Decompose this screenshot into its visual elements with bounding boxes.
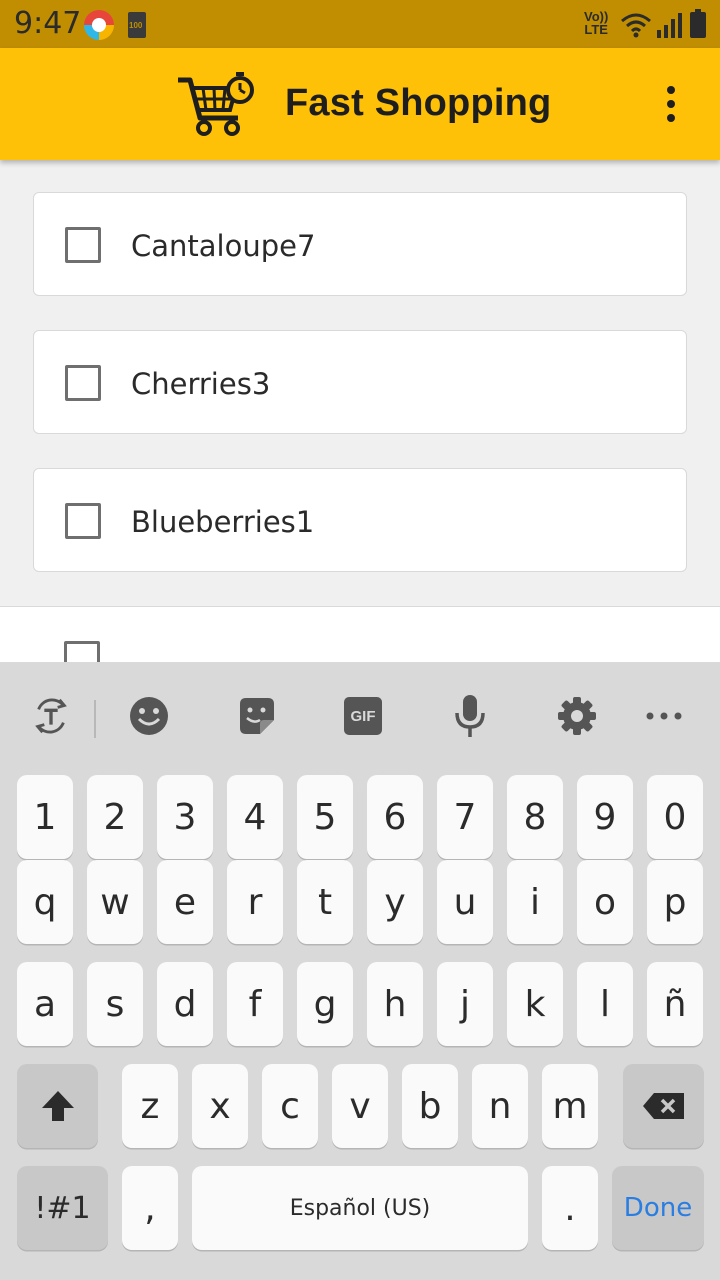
key-m[interactable]: m bbox=[542, 1064, 598, 1148]
key-n[interactable]: n bbox=[472, 1064, 528, 1148]
keyboard-toolbar: GIF bbox=[0, 662, 720, 770]
item-label: Blueberries1 bbox=[131, 505, 315, 539]
key-f[interactable]: f bbox=[227, 962, 283, 1046]
shopping-cart-timer-icon bbox=[178, 72, 254, 136]
key-g[interactable]: g bbox=[297, 962, 353, 1046]
item-checkbox[interactable] bbox=[65, 365, 101, 401]
key-2[interactable]: 2 bbox=[87, 775, 143, 859]
item-checkbox[interactable] bbox=[65, 503, 101, 539]
key-6[interactable]: 6 bbox=[367, 775, 423, 859]
battery-saver-text: 100 bbox=[129, 21, 143, 30]
key-5[interactable]: 5 bbox=[297, 775, 353, 859]
key-s[interactable]: s bbox=[87, 962, 143, 1046]
more-vert-icon[interactable] bbox=[650, 78, 694, 130]
key-1[interactable]: 1 bbox=[17, 775, 73, 859]
key-l[interactable]: l bbox=[577, 962, 633, 1046]
battery-saver-icon: 100 bbox=[128, 12, 146, 38]
key-x[interactable]: x bbox=[192, 1064, 248, 1148]
translate-icon[interactable] bbox=[31, 696, 71, 736]
emoji-icon[interactable] bbox=[129, 696, 169, 736]
key-8[interactable]: 8 bbox=[507, 775, 563, 859]
app-notification-icon bbox=[84, 10, 114, 40]
key-v[interactable]: v bbox=[332, 1064, 388, 1148]
key-n-tilde[interactable]: ñ bbox=[647, 962, 703, 1046]
toolbar-divider bbox=[94, 700, 96, 738]
app-title: Fast Shopping bbox=[285, 82, 552, 124]
volte-bottom-text: LTE bbox=[584, 22, 608, 37]
key-e[interactable]: e bbox=[157, 860, 213, 944]
list-item[interactable] bbox=[0, 606, 720, 662]
microphone-icon[interactable] bbox=[450, 695, 490, 737]
key-z[interactable]: z bbox=[122, 1064, 178, 1148]
key-7[interactable]: 7 bbox=[437, 775, 493, 859]
item-checkbox[interactable] bbox=[65, 227, 101, 263]
key-b[interactable]: b bbox=[402, 1064, 458, 1148]
key-k[interactable]: k bbox=[507, 962, 563, 1046]
key-d[interactable]: d bbox=[157, 962, 213, 1046]
key-4[interactable]: 4 bbox=[227, 775, 283, 859]
key-j[interactable]: j bbox=[437, 962, 493, 1046]
key-9[interactable]: 9 bbox=[577, 775, 633, 859]
signal-icon bbox=[657, 13, 682, 38]
key-y[interactable]: y bbox=[367, 860, 423, 944]
item-label: Cherries3 bbox=[131, 367, 271, 401]
item-label: Cantaloupe7 bbox=[131, 229, 316, 263]
item-checkbox[interactable] bbox=[64, 641, 100, 662]
key-u[interactable]: u bbox=[437, 860, 493, 944]
battery-icon bbox=[690, 9, 706, 38]
key-a[interactable]: a bbox=[17, 962, 73, 1046]
shopping-list: Cantaloupe7 Cherries3 Blueberries1 bbox=[0, 160, 720, 662]
key-r[interactable]: r bbox=[227, 860, 283, 944]
backspace-key[interactable] bbox=[623, 1064, 704, 1148]
list-item[interactable]: Cherries3 bbox=[33, 330, 687, 434]
done-key[interactable]: Done bbox=[612, 1166, 704, 1250]
key-o[interactable]: o bbox=[577, 860, 633, 944]
gif-icon[interactable]: GIF bbox=[343, 696, 383, 736]
sticker-icon[interactable] bbox=[236, 696, 276, 736]
status-bar: 9:47 100 Vo)) LTE bbox=[0, 0, 720, 48]
key-3[interactable]: 3 bbox=[157, 775, 213, 859]
shift-icon bbox=[41, 1091, 74, 1121]
period-key[interactable]: . bbox=[542, 1166, 598, 1250]
shift-key[interactable] bbox=[17, 1064, 98, 1148]
key-h[interactable]: h bbox=[367, 962, 423, 1046]
settings-icon[interactable] bbox=[557, 696, 597, 736]
volte-icon: Vo)) LTE bbox=[584, 10, 608, 36]
key-p[interactable]: p bbox=[647, 860, 703, 944]
backspace-icon bbox=[642, 1093, 684, 1119]
key-i[interactable]: i bbox=[507, 860, 563, 944]
status-time: 9:47 bbox=[14, 6, 82, 41]
key-q[interactable]: q bbox=[17, 860, 73, 944]
app-bar: Fast Shopping bbox=[0, 48, 720, 160]
list-item[interactable]: Blueberries1 bbox=[33, 468, 687, 572]
key-0[interactable]: 0 bbox=[647, 775, 703, 859]
soft-keyboard: GIF 1 2 3 4 5 6 7 8 9 0 q w e r t y u i … bbox=[0, 662, 720, 1280]
space-key[interactable]: Español (US) bbox=[192, 1166, 528, 1250]
key-c[interactable]: c bbox=[262, 1064, 318, 1148]
comma-key[interactable]: , bbox=[122, 1166, 178, 1250]
gif-label: GIF bbox=[344, 697, 382, 735]
symbols-key[interactable]: !#1 bbox=[17, 1166, 108, 1250]
list-item[interactable]: Cantaloupe7 bbox=[33, 192, 687, 296]
key-w[interactable]: w bbox=[87, 860, 143, 944]
key-t[interactable]: t bbox=[297, 860, 353, 944]
wifi-icon bbox=[621, 13, 651, 38]
more-icon[interactable] bbox=[644, 696, 684, 736]
